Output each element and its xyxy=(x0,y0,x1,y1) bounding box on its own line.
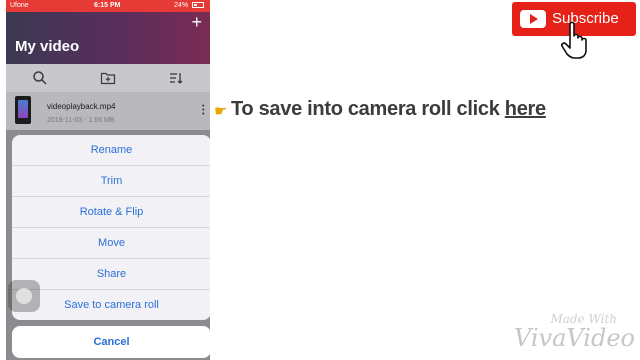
file-meta: 2018-11-03 - 1.66 MB xyxy=(47,117,115,124)
battery-percent: 24% xyxy=(174,2,189,9)
rotate-flip-option[interactable]: Rotate & Flip xyxy=(12,197,210,228)
annotation-link[interactable]: here xyxy=(505,98,546,120)
annotation-text: To save into camera roll click xyxy=(231,98,505,120)
sort-icon[interactable] xyxy=(168,70,184,86)
video-thumbnail xyxy=(15,96,31,124)
add-button[interactable]: + xyxy=(191,12,202,33)
video-tutorial-frame: Ufone 6:15 PM 24% + My video videoplayba… xyxy=(0,0,640,360)
file-name: videoplayback.mp4 xyxy=(47,102,116,111)
watermark-line2: VivaVideo xyxy=(513,324,635,352)
page-title: My video xyxy=(15,38,80,55)
new-folder-icon[interactable] xyxy=(100,70,116,86)
more-options-icon[interactable]: • • • xyxy=(202,103,206,118)
hand-cursor-icon xyxy=(561,21,587,59)
youtube-play-icon xyxy=(520,10,546,28)
tutorial-annotation: To save into camera roll click here xyxy=(231,98,546,121)
cancel-button[interactable]: Cancel xyxy=(12,326,210,358)
pointing-hand-icon: ☛ xyxy=(214,103,228,120)
watermark: Made With VivaVideo xyxy=(505,312,635,352)
move-option[interactable]: Move xyxy=(12,228,210,259)
battery-icon xyxy=(192,2,204,8)
toolbar xyxy=(6,64,210,92)
carrier-label: Ufone xyxy=(10,2,29,9)
assistive-touch-button[interactable] xyxy=(8,280,40,312)
action-sheet: Rename Trim Rotate & Flip Move Share Sav… xyxy=(12,135,210,320)
status-time: 6:15 PM xyxy=(94,2,121,9)
save-to-camera-roll-option[interactable]: Save to camera roll xyxy=(12,290,210,320)
file-list-item[interactable]: videoplayback.mp4 2018-11-03 - 1.66 MB •… xyxy=(6,92,210,130)
trim-option[interactable]: Trim xyxy=(12,166,210,197)
app-header: + My video xyxy=(6,12,210,64)
search-icon[interactable] xyxy=(32,70,48,86)
battery-indicator: 24% xyxy=(174,2,204,9)
share-option[interactable]: Share xyxy=(12,259,210,290)
status-bar: Ufone 6:15 PM 24% xyxy=(6,0,210,12)
rename-option[interactable]: Rename xyxy=(12,135,210,166)
